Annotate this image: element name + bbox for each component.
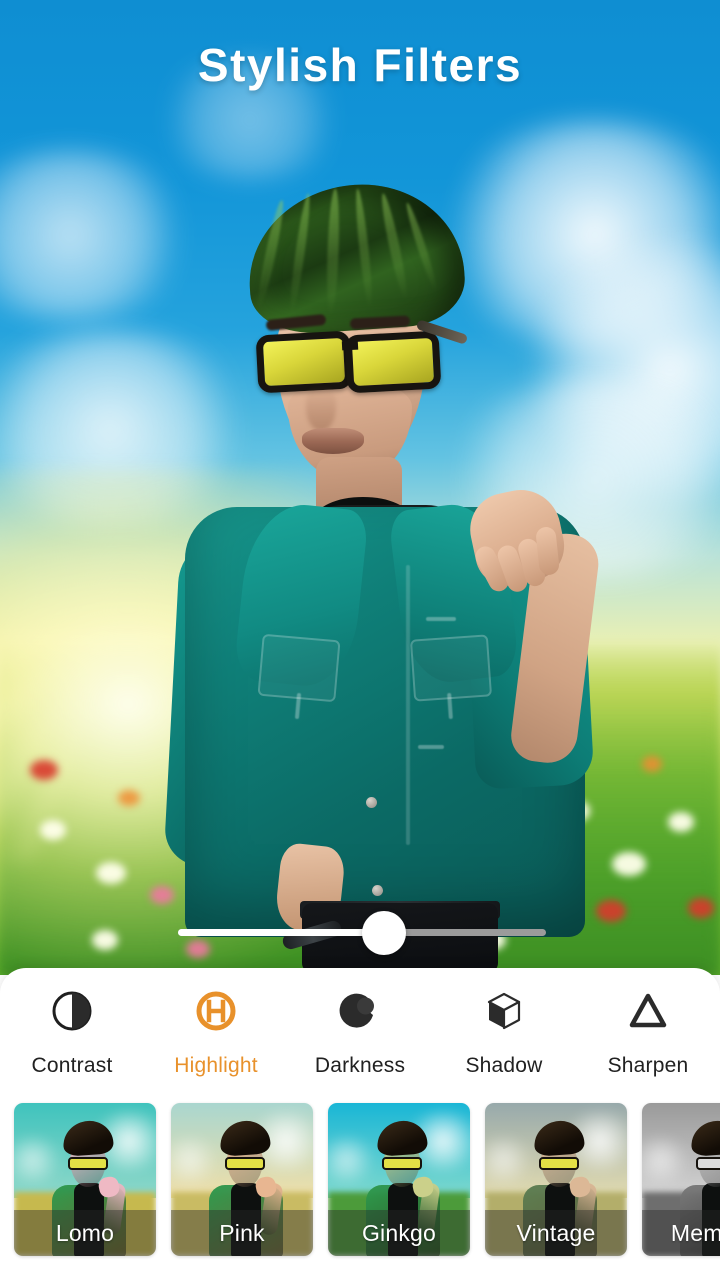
- pocket-seam: [426, 617, 456, 621]
- filter-name: Vintage: [516, 1219, 596, 1246]
- flower: [40, 820, 66, 840]
- filter-name: Lomo: [55, 1219, 115, 1246]
- jacket-button: [366, 797, 377, 808]
- bottom-panel: Contrast Highlight Darkness Shadow Sharp…: [0, 968, 720, 1280]
- slider-track-fill: [178, 929, 385, 936]
- sharpen-icon: [621, 984, 675, 1038]
- filter-name: Pink: [219, 1219, 265, 1246]
- thumb-hair: [61, 1119, 115, 1157]
- page-title: Stylish Filters: [197, 39, 523, 91]
- darkness-icon: [333, 984, 387, 1038]
- flower: [668, 812, 694, 832]
- shadow-cube-icon: [477, 984, 531, 1038]
- tool-label: Sharpen: [607, 1054, 689, 1077]
- thumb-sunglasses: [696, 1157, 720, 1170]
- thumb-label-band: Vintage: [485, 1210, 627, 1256]
- hair: [243, 177, 468, 338]
- thumb-sunglasses: [382, 1157, 422, 1170]
- sunglasses-lens: [255, 330, 353, 394]
- sunglasses-lens: [344, 330, 442, 394]
- thumb-label-band: Pink: [171, 1210, 313, 1256]
- tool-label: Highlight: [174, 1054, 258, 1077]
- thumb-sunglasses: [539, 1157, 579, 1170]
- tool-darkness[interactable]: Darkness: [288, 984, 432, 1094]
- thumb-hair: [218, 1119, 272, 1157]
- pocket-seam: [418, 745, 444, 749]
- lips: [302, 428, 364, 454]
- tool-sharpen[interactable]: Sharpen: [576, 984, 720, 1094]
- slider-thumb[interactable]: [362, 911, 407, 955]
- tool-label: Shadow: [465, 1054, 543, 1077]
- portrait-subject: [150, 177, 620, 975]
- filter-name: Ginkgo: [361, 1219, 437, 1246]
- sunglasses-bridge: [341, 340, 359, 351]
- filter-thumbnail[interactable]: Pink: [171, 1103, 313, 1256]
- tool-contrast[interactable]: Contrast: [0, 984, 144, 1094]
- filter-thumbnail[interactable]: Lomo: [14, 1103, 156, 1256]
- tool-label: Contrast: [31, 1054, 113, 1077]
- photo-preview-canvas[interactable]: Stylish Filters: [0, 0, 720, 975]
- flower: [30, 760, 58, 780]
- thumb-label-band: Memory: [642, 1210, 720, 1256]
- filter-thumbnail[interactable]: Vintage: [485, 1103, 627, 1256]
- contrast-icon: [45, 984, 99, 1038]
- intensity-slider[interactable]: [0, 908, 720, 956]
- adjust-tool-bar: Contrast Highlight Darkness Shadow Sharp…: [0, 984, 720, 1094]
- tool-highlight[interactable]: Highlight: [144, 984, 288, 1094]
- filter-thumbnail-strip[interactable]: Lomo Pink Ginkgo Vintage Memory: [0, 1098, 720, 1270]
- filter-thumbnail[interactable]: Memory: [642, 1103, 720, 1256]
- flower: [118, 790, 140, 806]
- thumb-sunglasses: [68, 1157, 108, 1170]
- jacket-button: [372, 885, 383, 896]
- thumb-hair: [375, 1119, 429, 1157]
- tool-label: Darkness: [314, 1054, 406, 1077]
- flower: [642, 756, 662, 772]
- filter-thumbnail[interactable]: Ginkgo: [328, 1103, 470, 1256]
- jacket-pocket: [409, 634, 493, 702]
- thumb-sunglasses: [225, 1157, 265, 1170]
- jacket-pocket: [257, 633, 341, 703]
- nose: [306, 385, 336, 431]
- thumb-label-band: Ginkgo: [328, 1210, 470, 1256]
- highlight-icon: [189, 984, 243, 1038]
- thumb-hair: [532, 1119, 586, 1157]
- filter-name: Memory: [670, 1219, 720, 1246]
- filter-editor-screen: Stylish Filters Contrast Highlight Darkn…: [0, 0, 720, 1280]
- jacket-placket: [406, 565, 410, 845]
- thumb-label-band: Lomo: [14, 1210, 156, 1256]
- tool-shadow[interactable]: Shadow: [432, 984, 576, 1094]
- thumb-hair: [689, 1119, 720, 1157]
- flower: [96, 862, 126, 884]
